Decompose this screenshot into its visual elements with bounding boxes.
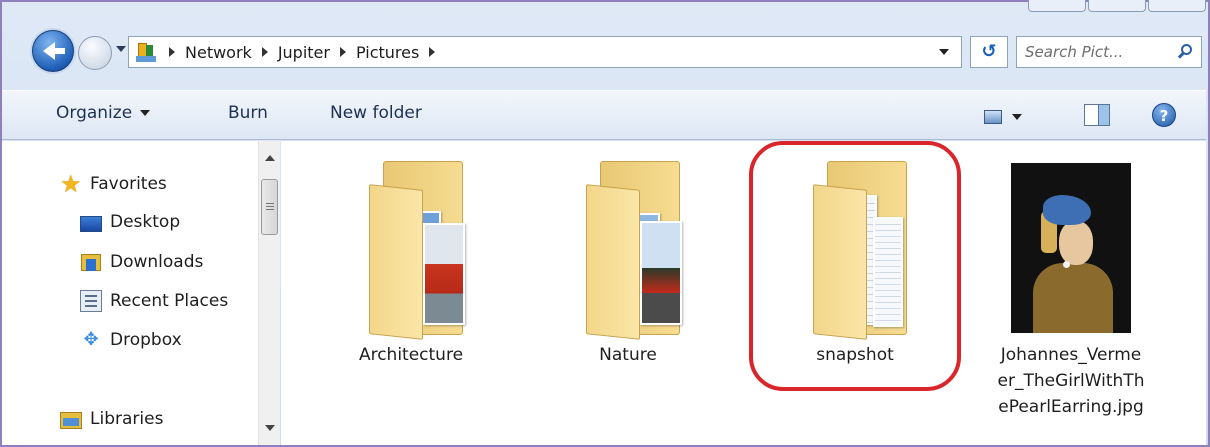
file-name-line-1: Johannes_Verme [1000, 345, 1142, 365]
breadcrumb-jupiter[interactable]: Jupiter [278, 43, 330, 62]
chevron-down-icon[interactable] [1012, 114, 1022, 120]
search-input[interactable] [1023, 41, 1163, 63]
search-icon[interactable] [1177, 44, 1192, 59]
libraries-icon [60, 408, 82, 430]
breadcrumb-pictures[interactable]: Pictures [356, 43, 419, 62]
minimize-button[interactable] [1028, 0, 1086, 12]
help-icon: ? [1159, 107, 1169, 125]
breadcrumb-network[interactable]: Network [185, 43, 252, 62]
change-view-button[interactable] [984, 107, 1032, 127]
address-bar[interactable]: Network Jupiter Pictures [128, 36, 962, 68]
recent-pages-dropdown[interactable] [116, 46, 126, 52]
star-icon: ★ [60, 170, 82, 198]
downloads-icon [80, 251, 102, 273]
file-list: Architecture Nature snapshot Johannes_Ve… [281, 141, 1206, 445]
sidebar-item-recent-places[interactable]: Recent Places [80, 287, 228, 315]
breadcrumb-arrow-icon[interactable] [339, 47, 346, 57]
sidebar-item-libraries[interactable]: Libraries [60, 405, 163, 433]
search-box[interactable] [1016, 36, 1202, 68]
views-icon [984, 110, 1002, 124]
help-button[interactable]: ? [1152, 103, 1176, 127]
new-folder-label: New folder [330, 103, 422, 123]
sidebar-item-desktop[interactable]: Desktop [80, 208, 180, 236]
sidebar-item-dropbox[interactable]: ✥ Dropbox [80, 326, 182, 354]
chevron-down-icon [140, 110, 151, 116]
window-controls [1028, 0, 1206, 14]
navigation-pane: ★ Favorites Desktop Downloads Recent Pla… [2, 141, 258, 445]
sidebar-item-downloads[interactable]: Downloads [80, 248, 203, 276]
scroll-thumb[interactable] [261, 179, 278, 235]
dropbox-icon: ✥ [83, 329, 99, 350]
command-bar: Organize Burn New folder ? [2, 90, 1206, 140]
folder-item-architecture[interactable]: Architecture [321, 141, 501, 441]
sidebar-item-label: Libraries [90, 409, 164, 429]
breadcrumb-arrow-icon[interactable] [429, 47, 436, 57]
sidebar-item-label: Recent Places [110, 291, 229, 311]
file-name-line-3: ePearlEarring.jpg [998, 397, 1144, 417]
recent-places-icon [80, 290, 102, 312]
file-name-line-2: er_TheGirlWithTh [997, 371, 1145, 391]
burn-button[interactable]: Burn [228, 103, 268, 123]
preview-pane-button[interactable] [1084, 104, 1110, 126]
highlight-circle [749, 141, 961, 391]
desktop-icon [80, 215, 102, 232]
organize-label: Organize [56, 103, 133, 123]
sidebar-item-favorites[interactable]: ★ Favorites [60, 170, 167, 198]
image-thumbnail [1011, 163, 1131, 333]
maximize-button[interactable] [1088, 0, 1146, 12]
breadcrumb-arrow-icon[interactable] [261, 47, 268, 57]
folder-icon [586, 161, 682, 340]
refresh-button[interactable]: ↺ [970, 36, 1008, 68]
scroll-up-icon[interactable] [265, 155, 275, 161]
new-folder-button[interactable]: New folder [330, 103, 422, 123]
folder-name: Architecture [358, 345, 464, 365]
burn-label: Burn [228, 103, 268, 123]
navigation-row: Network Jupiter Pictures ↺ [12, 22, 1202, 74]
organize-button[interactable]: Organize [56, 103, 151, 123]
sidebar-item-label: Downloads [110, 252, 204, 272]
forward-button[interactable] [78, 36, 112, 70]
sidebar-item-label: Desktop [110, 212, 181, 232]
folder-name: Nature [599, 345, 657, 365]
sidebar-item-label: Dropbox [110, 330, 182, 350]
file-item-image[interactable]: Johannes_Verme er_TheGirlWithTh ePearlEa… [981, 141, 1161, 441]
back-button[interactable] [32, 30, 74, 72]
breadcrumb: Network Jupiter Pictures [169, 37, 436, 67]
scroll-down-icon[interactable] [265, 425, 275, 431]
sidebar-item-label: Favorites [90, 174, 167, 194]
address-dropdown-icon[interactable] [939, 49, 949, 55]
network-folder-icon [135, 41, 159, 63]
folder-icon [369, 161, 465, 340]
folder-item-nature[interactable]: Nature [538, 141, 718, 441]
close-button[interactable] [1148, 0, 1206, 12]
navigation-scrollbar[interactable] [258, 141, 280, 445]
refresh-icon: ↺ [981, 41, 997, 62]
breadcrumb-arrow-icon[interactable] [169, 47, 175, 57]
